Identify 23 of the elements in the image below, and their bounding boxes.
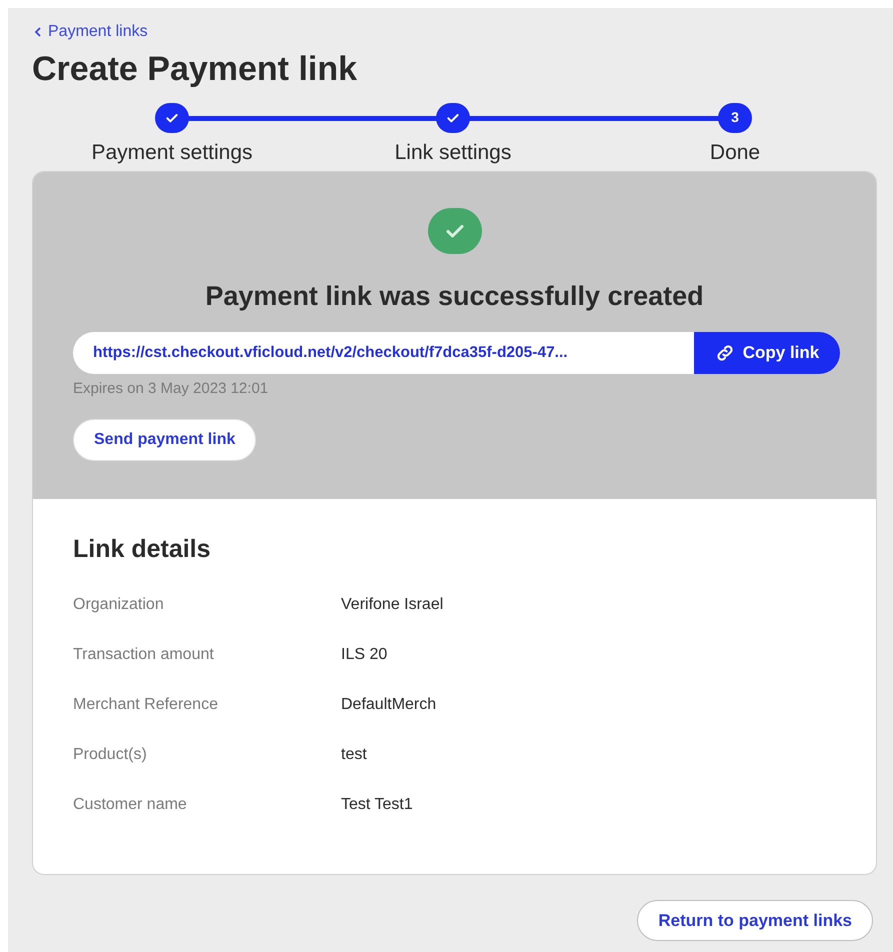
detail-label: Organization [73, 595, 165, 615]
return-button[interactable]: Return to payment links [637, 900, 873, 941]
detail-value: Verifone Israel [341, 595, 444, 615]
link-field[interactable]: https://cst.checkout.vficloud.net/v2/checkout/f7dca35f-d205-47... [73, 332, 694, 374]
expiry-text: Expires on 3 May 2023 12:01 [73, 379, 270, 399]
detail-value: test [341, 745, 367, 765]
detail-label: Transaction amount [73, 645, 215, 665]
detail-value: Test Test1 [341, 795, 413, 815]
detail-label: Product(s) [73, 745, 148, 765]
detail-value: ILS 20 [341, 645, 388, 665]
step-label: Done [710, 140, 760, 166]
link-icon [714, 343, 735, 363]
detail-value: DefaultMerch [341, 695, 436, 715]
detail-label: Customer name [73, 795, 188, 815]
send-payment-link-button[interactable]: Send payment link [73, 418, 256, 460]
page-title: Create Payment link [32, 49, 358, 90]
back-link[interactable]: Payment links [32, 20, 148, 44]
copy-link-button[interactable]: Copy link [694, 332, 840, 374]
step-label: Payment settings [91, 140, 253, 166]
detail-label: Merchant Reference [73, 695, 219, 715]
step-label: Link settings [394, 140, 512, 166]
success-message: Payment link was successfully created [205, 280, 704, 313]
details-heading: Link details [73, 534, 212, 564]
